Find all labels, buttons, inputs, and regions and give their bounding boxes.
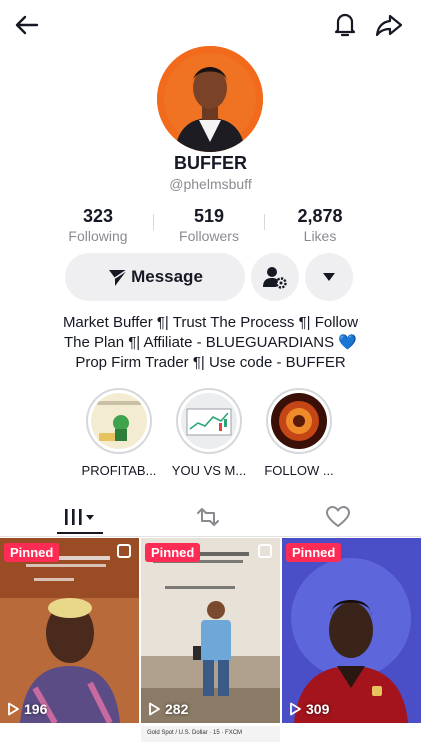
message-label: Message [131,267,203,286]
bio-line: Market Buffer ¶| Trust The Process ¶| Fo… [62,314,359,331]
multi-image-icon [258,544,272,558]
view-count: 309 [288,701,329,717]
video-grid: Pinned 196 Pinned 282 Pinned 309 [0,538,421,728]
send-icon [109,269,128,286]
caret-down-icon [323,273,335,281]
stat-following[interactable]: 323 Following [38,206,158,244]
play-outline-icon [8,702,19,716]
view-count-value: 282 [165,701,189,717]
stat-value: 323 [82,206,114,226]
avatar[interactable] [157,46,263,152]
highlight-item[interactable]: YOU VS M... [164,388,254,478]
bio-line: Prop Firm Trader ¶| Use code - BUFFER [75,354,346,371]
more-dropdown-button[interactable] [305,253,353,301]
view-count: 196 [6,701,47,717]
bio-line: The Plan ¶| Affiliate - BLUEGUARDIANS 💙 [64,334,357,351]
content-tabs [0,497,421,537]
video-thumbnail[interactable]: Pinned 309 [282,538,421,723]
view-count-value: 196 [24,701,48,717]
profile-username: BUFFER [174,153,247,173]
video-thumbnail[interactable]: Pinned 196 [0,538,139,723]
tab-liked[interactable] [268,497,408,537]
highlight-ring [86,388,152,454]
stat-divider [153,214,154,230]
tab-reposts[interactable] [138,497,278,537]
highlight-thumbnail [91,393,147,449]
pinned-badge: Pinned [286,543,342,562]
multi-image-icon [117,544,131,558]
profile-bio: Market Buffer ¶| Trust The Process ¶| Fo… [30,313,391,373]
tab-videos[interactable] [10,497,150,537]
highlight-ring [176,388,242,454]
play-outline-icon [149,702,160,716]
bell-icon[interactable] [330,9,360,39]
profile-actions: Message [0,253,421,301]
highlight-item[interactable]: PROFITAB... [74,388,164,478]
stat-likes[interactable]: 2,878 Likes [260,206,380,244]
highlight-label: FOLLOW ... [264,463,334,478]
pinned-badge: Pinned [4,543,60,562]
share-icon[interactable] [374,10,404,40]
story-highlights: PROFITAB... YOU VS M... FOLLOW ... [0,388,421,483]
highlight-ring [266,388,332,454]
profile-stats: 323 Following 519 Followers 2,878 Likes [0,206,421,246]
stat-value: 2,878 [297,206,343,226]
highlight-label: PROFITAB... [81,463,157,478]
profile-handle: @phelmsbuff [169,176,252,192]
heart-icon [326,506,350,528]
message-button[interactable]: Message [65,253,245,301]
active-tab-underline [57,532,103,534]
stat-label: Followers [179,228,239,244]
play-outline-icon [290,702,301,716]
video-thumbnail[interactable]: Pinned 282 [141,538,280,723]
repost-icon [197,508,219,526]
pinned-badge: Pinned [145,543,201,562]
top-bar [0,0,421,50]
stat-followers[interactable]: 519 Followers [149,206,269,244]
stat-divider [264,214,265,230]
view-count: 282 [147,701,188,717]
stat-label: Likes [303,228,337,244]
highlight-thumbnail [181,393,237,449]
stat-label: Following [68,228,128,244]
stat-value: 519 [193,206,225,226]
view-count-value: 309 [306,701,330,717]
next-row-thumbnail-strip[interactable]: Gold Spot / U.S. Dollar · 15 · FXCM [141,726,280,742]
user-settings-icon [263,267,287,289]
grid-bars-icon [65,509,94,525]
friend-settings-button[interactable] [251,253,299,301]
back-arrow-icon[interactable] [12,10,42,40]
highlight-thumbnail [271,393,327,449]
highlight-item[interactable]: FOLLOW ... [254,388,344,478]
highlight-label: YOU VS M... [171,463,247,478]
